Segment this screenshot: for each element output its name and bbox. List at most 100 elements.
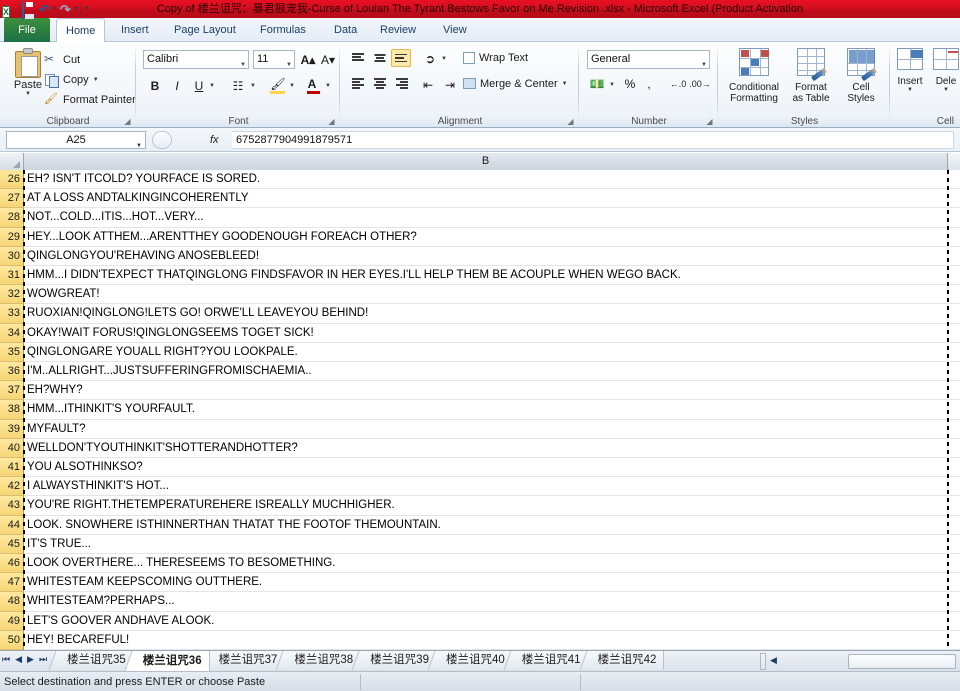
row-header[interactable]: 36 — [0, 362, 24, 382]
cell-b48[interactable]: WHITESTEAM?PERHAPS... — [24, 592, 948, 612]
accounting-format-icon[interactable]: 💵 — [588, 74, 606, 94]
delete-dropdown-icon[interactable]: ▼ — [929, 87, 960, 93]
row-header[interactable]: 38 — [0, 400, 24, 420]
undo-icon[interactable]: ↶ — [39, 3, 50, 16]
cell-b32[interactable]: WOWGREAT! — [24, 285, 948, 305]
cell-b28[interactable]: NOT...COLD...ITIS...HOT...VERY... — [24, 208, 948, 228]
cell-b44[interactable]: LOOK. SNOWHERE ISTHINNERTHAN THATAT THE … — [24, 515, 948, 535]
row-header[interactable]: 40 — [0, 438, 24, 458]
increase-font-size-icon[interactable]: A▴ — [299, 50, 317, 70]
row-header[interactable]: 43 — [0, 496, 24, 516]
quick-access-toolbar[interactable]: X ↶ ▼ ↷ ▼ ▼ — [0, 0, 90, 20]
tab-home[interactable]: Home — [56, 18, 106, 43]
increase-indent-icon[interactable]: ⇥ — [441, 75, 459, 95]
alignment-dialog-launcher[interactable]: ◢ — [566, 117, 575, 126]
font-color-icon[interactable]: A — [303, 74, 321, 94]
row-header[interactable]: 46 — [0, 554, 24, 574]
formula-input[interactable]: 6752877904991879571 — [232, 131, 954, 149]
row-header[interactable]: 39 — [0, 419, 24, 439]
number-format-select[interactable]: General ▼ — [587, 50, 710, 69]
redo-icon[interactable]: ↷ — [60, 3, 71, 16]
next-sheet-icon[interactable]: ▶ — [27, 654, 34, 665]
cell-b30[interactable]: QINGLONGYOU'REHAVING ANOSEBLEED! — [24, 246, 948, 266]
format-as-table-button[interactable]: Format as Table — [785, 46, 837, 104]
insert-cells-button[interactable]: Insert ▼ — [891, 46, 929, 93]
column-header-b[interactable]: B — [24, 153, 948, 170]
cell-c39[interactable] — [949, 420, 960, 439]
decrease-font-size-icon[interactable]: A▾ — [319, 50, 337, 70]
cell-c46[interactable] — [949, 554, 960, 574]
save-icon[interactable] — [22, 0, 37, 20]
row-header[interactable]: 30 — [0, 246, 24, 266]
customize-qat-icon[interactable]: ▼ — [84, 6, 90, 12]
sheet-nav-buttons[interactable]: ⏮ ◀ ▶ ⏭ — [2, 654, 47, 665]
row-header[interactable]: 45 — [0, 534, 24, 554]
orientation-icon[interactable]: ➲ — [421, 49, 439, 69]
underline-dropdown-icon[interactable]: ▼ — [209, 83, 215, 89]
chevron-down-icon[interactable]: ▼ — [701, 57, 707, 74]
percent-style-button[interactable]: % — [622, 74, 638, 94]
cell-b43[interactable]: YOU'RE RIGHT.THETEMPERATUREHERE ISREALLY… — [24, 496, 948, 516]
cell-c38[interactable] — [949, 400, 960, 420]
align-top-icon[interactable] — [349, 50, 367, 68]
copy-dropdown-icon[interactable]: ▼ — [93, 77, 99, 83]
tab-insert[interactable]: Insert — [112, 19, 158, 42]
decrease-indent-icon[interactable]: ⇤ — [419, 75, 437, 95]
font-dialog-launcher[interactable]: ◢ — [327, 117, 336, 126]
sheet-tab-3[interactable]: 楼兰诅咒37 — [208, 651, 286, 670]
decrease-decimal-icon[interactable]: .00→ — [689, 74, 711, 94]
name-box[interactable]: A25 ▼ — [6, 131, 146, 149]
clipboard-dialog-launcher[interactable]: ◢ — [123, 117, 132, 126]
tab-split-handle[interactable] — [760, 653, 766, 670]
align-middle-icon[interactable] — [371, 50, 389, 68]
sheet-tab-8[interactable]: 楼兰诅咒42 — [587, 651, 665, 670]
underline-button[interactable]: U — [191, 76, 207, 96]
cancel-enter-group-icon[interactable] — [152, 131, 172, 149]
redo-dropdown-icon[interactable]: ▼ — [73, 6, 79, 12]
fill-color-dropdown-icon[interactable]: ▼ — [289, 83, 295, 89]
select-all-corner[interactable] — [0, 153, 24, 170]
font-size-input[interactable]: 11 ▼ — [253, 50, 295, 69]
chevron-down-icon[interactable]: ▼ — [286, 57, 292, 74]
sheet-tab-7[interactable]: 楼兰诅咒41 — [511, 651, 589, 670]
cell-b36[interactable]: I'M..ALLRIGHT...JUSTSUFFERINGFROMISCHAEM… — [24, 362, 948, 382]
cell-b38[interactable]: HMM...ITHINKIT'S YOURFAULT. — [24, 400, 948, 420]
cell-b46[interactable]: LOOK OVERTHERE... THERESEEMS TO BESOMETH… — [24, 554, 948, 574]
fill-color-icon[interactable]: 🖌 — [269, 74, 287, 94]
cell-c43[interactable] — [949, 496, 960, 516]
italic-button[interactable]: I — [169, 76, 185, 96]
format-painter-button[interactable]: Format Painter — [44, 90, 136, 109]
cell-b49[interactable]: LET'S GOOVER ANDHAVE ALOOK. — [24, 611, 948, 631]
cell-b42[interactable]: I ALWAYSTHINKIT'S HOT... — [24, 477, 948, 497]
cell-c48[interactable] — [949, 592, 960, 612]
cell-b50[interactable]: HEY! BECAREFUL! — [24, 630, 948, 650]
first-sheet-icon[interactable]: ⏮ — [2, 654, 10, 665]
merge-center-button[interactable]: Merge & Center ▼ — [463, 74, 568, 93]
tab-file[interactable]: File — [4, 18, 50, 42]
row-header[interactable]: 31 — [0, 266, 24, 286]
cell-b29[interactable]: HEY...LOOK ATTHEM...ARENTTHEY GOODENOUGH… — [24, 227, 948, 247]
cell-c33[interactable] — [949, 304, 960, 324]
comma-style-button[interactable]: , — [642, 74, 656, 94]
cell-c36[interactable] — [949, 362, 960, 382]
accounting-dropdown-icon[interactable]: ▼ — [609, 82, 615, 88]
row-header[interactable]: 32 — [0, 285, 24, 305]
cell-b37[interactable]: EH?WHY? — [24, 381, 948, 401]
insert-dropdown-icon[interactable]: ▼ — [891, 87, 929, 93]
cell-c35[interactable] — [949, 343, 960, 362]
cell-b26[interactable]: EH? ISN'T ITCOLD? YOURFACE IS SORED. — [24, 170, 948, 190]
row-header[interactable]: 26 — [0, 170, 24, 190]
cell-b34[interactable]: OKAY!WAIT FORUS!QINGLONGSEEMS TOGET SICK… — [24, 323, 948, 343]
cell-c37[interactable] — [949, 381, 960, 401]
row-header[interactable]: 34 — [0, 323, 24, 343]
borders-icon[interactable]: ☷ — [229, 76, 247, 96]
row-header[interactable]: 44 — [0, 515, 24, 535]
cell-b39[interactable]: MYFAULT? — [24, 419, 948, 439]
cell-c42[interactable] — [949, 477, 960, 497]
cell-c40[interactable] — [949, 439, 960, 458]
number-dialog-launcher[interactable]: ◢ — [705, 117, 714, 126]
align-bottom-icon[interactable] — [391, 49, 411, 67]
tab-data[interactable]: Data — [325, 19, 366, 42]
row-header[interactable]: 33 — [0, 304, 24, 324]
last-sheet-icon[interactable]: ⏭ — [39, 654, 47, 665]
